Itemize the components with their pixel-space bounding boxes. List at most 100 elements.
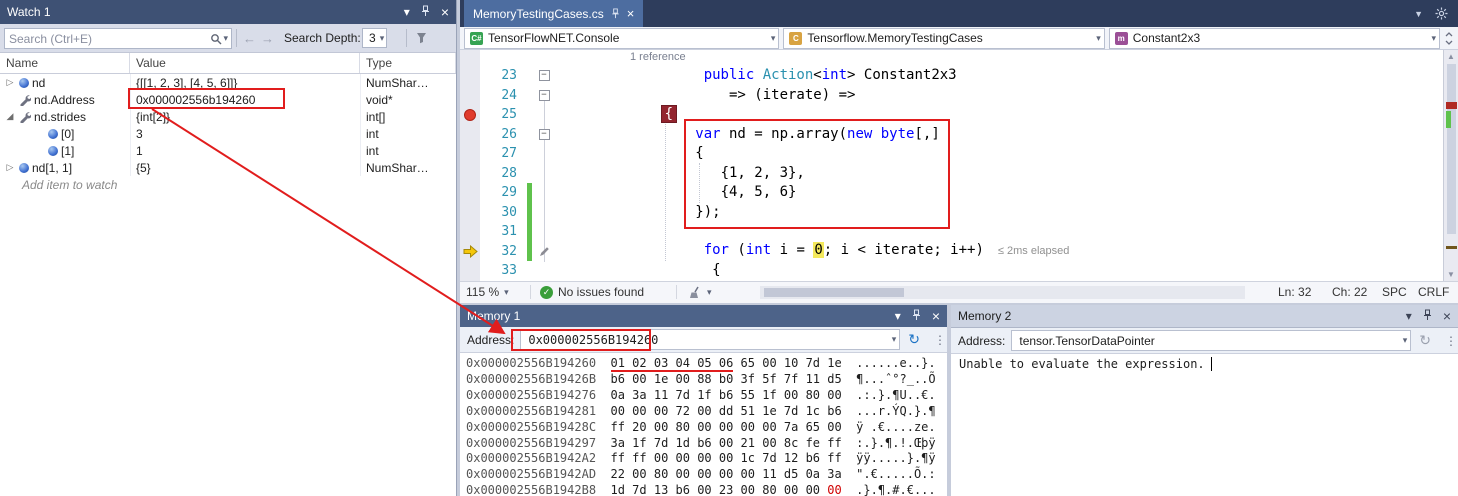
- refresh-icon[interactable]: ↻: [908, 331, 920, 348]
- editor-vertical-scrollbar[interactable]: ▲ ▼: [1443, 50, 1458, 281]
- breakpoint-icon[interactable]: [464, 109, 476, 121]
- code-line[interactable]: 31: [460, 222, 1443, 242]
- zoom-dropdown[interactable]: 115 % ▾: [466, 282, 509, 302]
- window-position-chevron-icon[interactable]: ▾: [404, 6, 410, 18]
- tab-overflow-icon[interactable]: ▼: [1414, 9, 1423, 19]
- tab-pin-icon[interactable]: [611, 8, 620, 19]
- add-watch-item[interactable]: Add item to watch: [0, 178, 456, 192]
- fold-collapse-icon[interactable]: −: [539, 70, 550, 81]
- memory-row[interactable]: 0x000002556B194297 3a 1f 7d 1d b6 00 21 …: [466, 436, 947, 452]
- tab-close-icon[interactable]: ×: [627, 6, 635, 21]
- watch-value[interactable]: 3: [130, 125, 360, 142]
- expander-expanded-icon[interactable]: ◢: [4, 111, 16, 122]
- perf-tip[interactable]: ≤ 2ms elapsed: [998, 245, 1069, 257]
- memory-row[interactable]: 0x000002556B1942B8 1d 7d 13 b6 00 23 00 …: [466, 483, 947, 496]
- line-number: 25: [480, 105, 526, 125]
- filter-icon[interactable]: [416, 32, 429, 44]
- code-line[interactable]: 32for (int i = 0; i < iterate; i++)≤ 2ms…: [460, 242, 1443, 262]
- watch-row[interactable]: nd.Address0x000002556b194260void*: [0, 91, 456, 108]
- fold-collapse-icon[interactable]: −: [539, 129, 550, 140]
- watch-value[interactable]: {5}: [130, 159, 360, 176]
- cleanup-button[interactable]: ▾: [688, 282, 712, 302]
- expander-collapsed-icon[interactable]: ▷: [4, 162, 16, 173]
- search-options-chevron-icon[interactable]: ▾: [223, 33, 231, 44]
- memory2-address-combobox[interactable]: ▾: [1011, 330, 1411, 351]
- toolbar-overflow-icon[interactable]: ⋮: [934, 333, 947, 347]
- close-icon[interactable]: ×: [1443, 309, 1451, 323]
- window-position-chevron-icon[interactable]: ▾: [1406, 310, 1412, 322]
- window-position-chevron-icon[interactable]: ▾: [895, 310, 901, 322]
- memory-row[interactable]: 0x000002556B1942AD 22 00 80 00 00 00 00 …: [466, 467, 947, 483]
- memory2-address-input[interactable]: [1017, 333, 1397, 349]
- code-token: int: [822, 67, 847, 83]
- type-dropdown[interactable]: C Tensorflow.MemoryTestingCases ▾: [783, 28, 1104, 49]
- watch-row[interactable]: ◢nd.strides{int[2]}int[]: [0, 108, 456, 125]
- line-number: 23: [480, 66, 526, 86]
- watch-search-box[interactable]: ▾: [4, 28, 232, 49]
- watch-value[interactable]: {int[2]}: [130, 108, 360, 125]
- memory-row[interactable]: 0x000002556B194276 0a 3a 11 7d 1f b6 55 …: [466, 388, 947, 404]
- toolbar-overflow-icon[interactable]: ⋮: [1445, 334, 1458, 348]
- expander-collapsed-icon[interactable]: ▷: [4, 77, 16, 88]
- code-line[interactable]: 25{: [460, 105, 1443, 125]
- pin-icon[interactable]: [421, 5, 430, 19]
- column-header-value[interactable]: Value: [130, 53, 360, 73]
- edit-pencil-icon: [539, 246, 550, 257]
- search-depth-combobox[interactable]: 3 ▾: [362, 28, 387, 48]
- navbar-expand-icon[interactable]: [1444, 32, 1454, 45]
- close-icon[interactable]: ×: [441, 5, 449, 19]
- watch-name: nd[1, 1]: [32, 161, 72, 175]
- editor-horizontal-scrollbar[interactable]: [760, 286, 1245, 299]
- code-line[interactable]: 33{: [460, 261, 1443, 281]
- close-icon[interactable]: ×: [932, 309, 940, 323]
- code-line[interactable]: 29{4, 5, 6}: [460, 183, 1443, 203]
- code-area[interactable]: 1 reference 23−public Action<int> Consta…: [460, 50, 1443, 281]
- codelens-references[interactable]: 1 reference: [630, 51, 686, 63]
- memory-row[interactable]: 0x000002556B194260 01 02 03 04 05 06 65 …: [466, 356, 947, 372]
- search-back-icon[interactable]: ←: [243, 31, 256, 46]
- wrench-icon: [19, 94, 31, 106]
- memory2-titlebar[interactable]: Memory 2 ▾ ×: [951, 305, 1458, 328]
- search-forward-icon[interactable]: →: [261, 31, 274, 46]
- memory-row[interactable]: 0x000002556B19426B b6 00 1e 00 88 b0 3f …: [466, 372, 947, 388]
- code-line[interactable]: 23−public Action<int> Constant2x3: [460, 66, 1443, 86]
- memory-row[interactable]: 0x000002556B1942A2 ff ff 00 00 00 00 1c …: [466, 451, 947, 467]
- scroll-up-icon[interactable]: ▲: [1444, 52, 1458, 61]
- watch-row[interactable]: [0]3int: [0, 125, 456, 142]
- column-header-type[interactable]: Type: [360, 53, 456, 73]
- watch-column-headers[interactable]: Name Value Type: [0, 53, 456, 74]
- code-line[interactable]: 27{: [460, 144, 1443, 164]
- scrollbar-thumb[interactable]: [1447, 64, 1456, 234]
- issues-indicator[interactable]: ✓ No issues found: [540, 282, 644, 302]
- search-input[interactable]: [5, 32, 209, 46]
- watch-titlebar[interactable]: Watch 1 ▾ ×: [0, 0, 456, 24]
- code-line[interactable]: 30});: [460, 203, 1443, 223]
- gear-icon[interactable]: [1435, 7, 1448, 20]
- watch-row[interactable]: ▷nd{[[1, 2, 3], [4, 5, 6]]}NumShar…: [0, 74, 456, 91]
- code-line[interactable]: 24−=> (iterate) =>: [460, 86, 1443, 106]
- watch-row[interactable]: [1]1int: [0, 142, 456, 159]
- status-line-ending[interactable]: CRLF: [1418, 282, 1449, 302]
- watch-value[interactable]: {[[1, 2, 3], [4, 5, 6]]}: [130, 74, 360, 91]
- pin-icon[interactable]: [912, 309, 921, 323]
- search-icon: [209, 33, 223, 45]
- pin-icon[interactable]: [1423, 309, 1432, 323]
- fold-collapse-icon[interactable]: −: [539, 90, 550, 101]
- code-line[interactable]: 26−var nd = np.array(new byte[,]: [460, 125, 1443, 145]
- memory1-address-combobox[interactable]: ▾: [520, 329, 900, 350]
- memory1-address-input[interactable]: [526, 332, 886, 348]
- tab-memorytestingcases[interactable]: MemoryTestingCases.cs ×: [464, 0, 643, 27]
- memory1-titlebar[interactable]: Memory 1 ▾ ×: [460, 305, 947, 327]
- hscrollbar-thumb[interactable]: [764, 288, 904, 297]
- watch-row[interactable]: ▷nd[1, 1]{5}NumShar…: [0, 159, 456, 176]
- memory-row[interactable]: 0x000002556B194281 00 00 00 72 00 dd 51 …: [466, 404, 947, 420]
- code-line[interactable]: 28{1, 2, 3},: [460, 164, 1443, 184]
- project-dropdown[interactable]: C# TensorFlowNET.Console ▾: [464, 28, 779, 49]
- memory-row[interactable]: 0x000002556B19428C ff 20 00 80 00 00 00 …: [466, 420, 947, 436]
- watch-row[interactable]: Add item to watch: [0, 176, 456, 193]
- watch-value[interactable]: 0x000002556b194260: [130, 91, 360, 108]
- watch-value[interactable]: 1: [130, 142, 360, 159]
- column-header-name[interactable]: Name: [0, 53, 130, 73]
- scroll-down-icon[interactable]: ▼: [1444, 270, 1458, 279]
- member-dropdown[interactable]: m Constant2x3 ▾: [1109, 28, 1440, 49]
